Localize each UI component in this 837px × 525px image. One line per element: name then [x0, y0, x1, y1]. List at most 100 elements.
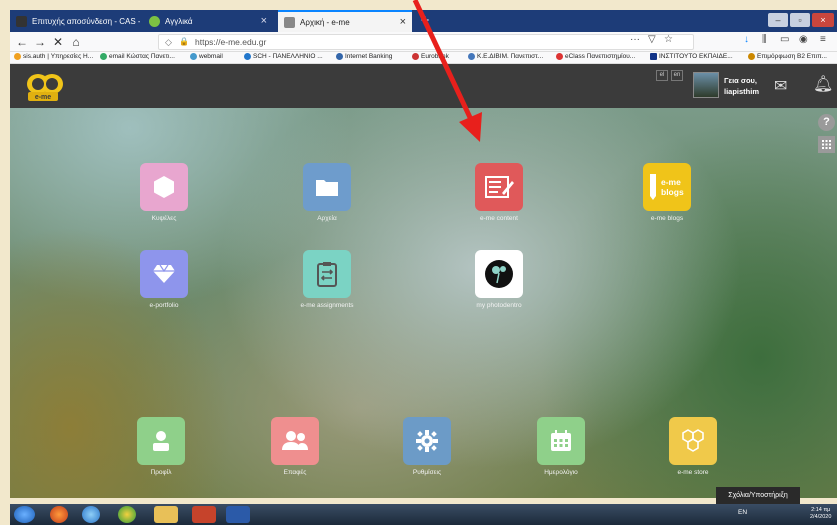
store-icon — [669, 417, 717, 465]
clock-date: 2/4/2020 — [810, 514, 832, 520]
page-actions-icon[interactable]: ··· — [630, 34, 640, 45]
bookmark-label: Internet Banking — [345, 53, 393, 60]
bookmark-label: ΙΝΣΤΙΤΟΥΤΟ ΕΚΠΑΙΔΕ... — [659, 53, 733, 60]
parrot-icon — [149, 15, 160, 27]
bookmark-icon — [190, 53, 197, 60]
forward-icon[interactable]: → — [32, 34, 48, 50]
bookmark-item[interactable]: Επιμόρφωση Β2 Επιπ... — [748, 53, 827, 60]
greeting-text: Γεια σου, — [724, 76, 758, 85]
bookmark-icon — [748, 53, 755, 60]
start-button[interactable] — [14, 506, 35, 523]
sidebar-icon[interactable]: ▭ — [780, 34, 789, 45]
apps-grid-icon[interactable] — [818, 136, 835, 153]
app-eme-store[interactable]: e-me store — [648, 417, 738, 476]
url-bar[interactable]: ◇ 🔒 https://e-me.edu.gr — [158, 34, 694, 50]
avatar[interactable] — [693, 72, 719, 98]
bookmark-label: webmail — [199, 53, 223, 60]
minimize-icon[interactable]: – — [768, 13, 788, 27]
bookmarks-bar: sis.auth | Υπηρεσίες Η... email Κώστας Π… — [10, 52, 837, 64]
bookmark-icon — [412, 53, 419, 60]
account-icon[interactable]: ◉ — [799, 34, 808, 45]
lang-el-button[interactable]: el — [656, 70, 668, 81]
calendar-icon — [537, 417, 585, 465]
contacts-icon — [271, 417, 319, 465]
user-greeting[interactable]: Γεια σου, liapisthim — [724, 75, 759, 97]
bookmark-icon — [244, 53, 251, 60]
url-text: https://e-me.edu.gr — [195, 37, 267, 47]
close-icon[interactable]: × — [400, 16, 406, 28]
shield-icon: ◇ — [165, 37, 172, 47]
bookmark-item[interactable]: webmail — [190, 53, 223, 60]
app-label: e-me assignments — [300, 302, 354, 309]
app-imerologio[interactable]: Ημερολόγιο — [516, 417, 606, 476]
app-e-portfolio[interactable]: e-portfolio — [119, 250, 209, 309]
bookmark-icon — [650, 53, 657, 60]
mail-icon[interactable]: ✉ — [774, 76, 787, 96]
word-icon[interactable] — [226, 506, 250, 523]
app-eme-assignments[interactable]: e-me assignments — [282, 250, 372, 309]
menu-icon[interactable]: ≡ — [820, 34, 826, 45]
support-button[interactable]: Σχόλια/Υποστήριξη — [716, 487, 800, 504]
app-profil[interactable]: Προφίλ — [116, 417, 206, 476]
bookmark-item[interactable]: Eurobank — [412, 53, 449, 60]
star-icon[interactable]: ☆ — [664, 34, 673, 45]
explorer-icon[interactable] — [154, 506, 178, 523]
tab-label: Επιτυχής αποσύνδεση - CAS - — [32, 16, 140, 26]
new-tab-button[interactable]: + — [414, 10, 436, 32]
bookmark-item[interactable]: Κ.Ε.ΔΙΒΙΜ. Πανεπιστ... — [468, 53, 543, 60]
chrome-icon[interactable] — [118, 506, 136, 523]
photodentro-icon — [475, 250, 523, 298]
home-icon[interactable]: ⌂ — [68, 34, 84, 50]
app-eme-content[interactable]: e-me content — [454, 163, 544, 222]
folder-icon — [303, 163, 351, 211]
bell-icon[interactable]: 🔔︎ — [813, 74, 833, 94]
bookmark-item[interactable]: email Κώστας Πανετι... — [100, 53, 175, 60]
bookmark-label: Eurobank — [421, 53, 449, 60]
pocket-icon[interactable]: ▽ — [648, 34, 656, 45]
gear-icon — [403, 417, 451, 465]
language-indicator[interactable]: EN — [738, 509, 747, 516]
library-icon[interactable]: ⫼ — [762, 34, 767, 45]
back-icon[interactable]: ← — [14, 34, 30, 50]
app-label: e-me content — [480, 215, 518, 222]
eme-logo[interactable]: e-me — [22, 70, 68, 102]
clock[interactable]: 2:14 πμ 2/4/2020 — [810, 507, 831, 521]
tab-aggliika[interactable]: Αγγλικά × — [143, 10, 273, 32]
bookmark-item[interactable]: SCH - ΠΑΝΕΛΛΗΝΙΟ ... — [244, 53, 323, 60]
tab-eme-home[interactable]: Αρχική - e-me × — [278, 10, 412, 32]
tab-cas-logout[interactable]: Επιτυχής αποσύνδεση - CAS - × — [10, 10, 140, 32]
app-epafes[interactable]: Επαφές — [250, 417, 340, 476]
bookmark-item[interactable]: sis.auth | Υπηρεσίες Η... — [14, 53, 93, 60]
app-label: Προφίλ — [150, 469, 172, 476]
app-label: Επαφές — [283, 469, 307, 476]
help-icon[interactable]: ? — [818, 114, 835, 131]
close-icon[interactable]: × — [261, 15, 267, 27]
lang-en-button[interactable]: en — [671, 70, 683, 81]
reload-icon[interactable]: ✕ — [50, 34, 66, 50]
download-icon[interactable]: ↓ — [744, 34, 749, 45]
firefox-icon[interactable] — [50, 506, 68, 523]
bookmark-label: Επιμόρφωση Β2 Επιπ... — [757, 53, 827, 60]
bookmark-label: Κ.Ε.ΔΙΒΙΜ. Πανεπιστ... — [477, 53, 544, 60]
ie-icon[interactable] — [82, 506, 100, 523]
app-label: my photodentro — [476, 302, 522, 309]
clock-time: 2:14 πμ — [811, 507, 831, 513]
tab-label: Αρχική - e-me — [300, 17, 350, 27]
app-kypseles[interactable]: Κυψέλες — [119, 163, 209, 222]
powerpoint-icon[interactable] — [192, 506, 216, 523]
system-tray: EN — [738, 509, 747, 516]
username-text: liapisthim — [724, 87, 760, 96]
browser-tab-strip: Επιτυχής αποσύνδεση - CAS - × Αγγλικά × … — [10, 10, 837, 32]
app-my-photodentro[interactable]: my photodentro — [454, 250, 544, 309]
assignment-icon — [303, 250, 351, 298]
bookmark-item[interactable]: ΙΝΣΤΙΤΟΥΤΟ ΕΚΠΑΙΔΕ... — [650, 53, 733, 60]
app-archeia[interactable]: Αρχεία — [282, 163, 372, 222]
app-rythmiseis[interactable]: Ρυθμίσεις — [382, 417, 472, 476]
bookmark-item[interactable]: Internet Banking — [336, 53, 392, 60]
svg-text:e-me: e-me — [35, 94, 51, 101]
window-close-icon[interactable]: × — [812, 13, 834, 27]
app-eme-blogs[interactable]: e-me blogs e-me blogs — [622, 163, 712, 222]
blogs-tile-text: e-me blogs — [661, 177, 684, 197]
bookmark-item[interactable]: eClass Πανεπιστημίου... — [556, 53, 635, 60]
maximize-icon[interactable]: ▫ — [790, 13, 810, 27]
